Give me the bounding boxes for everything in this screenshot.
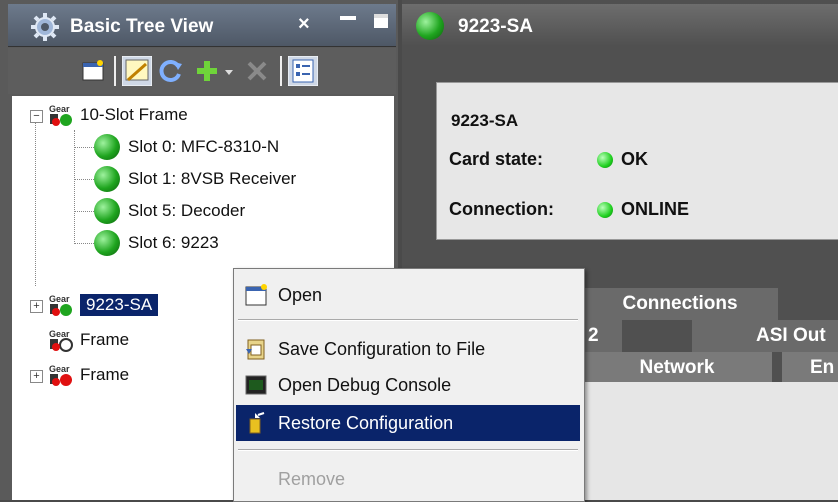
restore-icon xyxy=(249,412,265,434)
tree-connector xyxy=(35,116,36,286)
menu-item-open[interactable]: Open xyxy=(236,277,580,313)
menu-item-label: Open Debug Console xyxy=(278,374,452,395)
tab-label: En xyxy=(810,357,835,378)
properties-icon[interactable] xyxy=(288,56,318,86)
tab-connections[interactable]: Connections xyxy=(582,288,778,320)
tree-item-label: Frame xyxy=(80,365,130,384)
frame-device-icon: Gear xyxy=(49,104,72,126)
tree-item-label: 10-Slot Frame xyxy=(80,105,188,124)
status-ok-icon xyxy=(94,134,120,160)
menu-item-label: Remove xyxy=(278,468,346,489)
tree-connector xyxy=(74,147,94,148)
menu-item-open-debug-console[interactable]: Open Debug Console xyxy=(236,367,580,403)
device-panel-titlebar: 9223-SA xyxy=(402,4,838,46)
maximize-button[interactable] xyxy=(374,14,388,28)
menu-separator xyxy=(238,319,578,321)
menu-item-label: Restore Configuration xyxy=(278,412,454,433)
save-file-icon xyxy=(246,339,265,360)
tab-label: Network xyxy=(639,357,715,378)
status-ok-icon xyxy=(597,151,613,168)
tree-item-frame[interactable]: Gear Frame xyxy=(48,327,129,353)
toolbar-divider xyxy=(280,56,282,86)
tab-label: ASI Out xyxy=(756,325,826,346)
tree-item-label: Frame xyxy=(80,330,130,349)
card-state-value: OK xyxy=(597,149,648,170)
tab-asi-out[interactable]: ASI Out xyxy=(692,320,838,352)
context-menu: Open Save Configuration to File Open Deb… xyxy=(233,268,585,502)
tab-en[interactable]: En xyxy=(782,352,838,384)
svg-text:Gear: Gear xyxy=(49,329,70,339)
tree-connector xyxy=(74,211,94,212)
connection-value: ONLINE xyxy=(597,199,689,220)
device-panel-title: 9223-SA xyxy=(458,16,533,37)
close-panel-button[interactable]: × xyxy=(298,13,310,36)
tab-label: 2 xyxy=(588,325,599,346)
status-ok-icon xyxy=(94,230,120,256)
card-state-label: Card state: xyxy=(449,149,544,169)
device-status-box: 9223-SA Card state: OK Connection: ONLIN… xyxy=(436,82,838,240)
tree-item-label: Slot 5: Decoder xyxy=(128,201,246,220)
connection-text: ONLINE xyxy=(621,199,690,219)
tree-item-label: Slot 6: 9223 xyxy=(128,233,219,252)
connection-label: Connection: xyxy=(449,199,554,219)
tree-item-frame[interactable]: Gear 10-Slot Frame xyxy=(48,102,188,128)
tree-item-label: Slot 0: MFC-8310-N xyxy=(128,137,280,156)
new-icon[interactable] xyxy=(80,58,106,84)
status-ok-icon xyxy=(597,201,613,218)
tree-connector xyxy=(74,179,94,180)
card-state-text: OK xyxy=(621,149,648,169)
status-ok-icon xyxy=(94,166,120,192)
tree-item-slot[interactable]: Slot 5: Decoder xyxy=(94,198,245,224)
wizard-icon[interactable] xyxy=(122,56,152,86)
tree-item-frame[interactable]: Gear Frame xyxy=(48,362,129,388)
tree-item-slot[interactable]: Slot 1: 8VSB Receiver xyxy=(94,166,296,192)
open-icon xyxy=(245,284,267,306)
tab-label: Connections xyxy=(622,293,738,314)
refresh-icon[interactable] xyxy=(158,58,184,84)
left-panel-titlebar: Basic Tree View × xyxy=(8,4,396,47)
svg-text:Gear: Gear xyxy=(49,364,70,374)
svg-text:Gear: Gear xyxy=(49,104,70,114)
device-icon: Gear xyxy=(49,364,72,386)
add-icon[interactable] xyxy=(194,58,220,84)
tab-network[interactable]: Network xyxy=(582,352,772,384)
tree-item-9223-sa[interactable]: Gear 9223-SA xyxy=(48,292,159,318)
toolbar-divider xyxy=(114,56,116,86)
device-icon: Gear xyxy=(49,294,72,316)
device-name: 9223-SA xyxy=(451,111,519,130)
tree-item-label: Slot 1: 8VSB Receiver xyxy=(128,169,297,188)
console-icon xyxy=(245,375,267,395)
menu-item-label: Save Configuration to File xyxy=(278,338,486,359)
tree-item-slot[interactable]: Slot 0: MFC-8310-N xyxy=(94,134,279,160)
status-ok-icon xyxy=(94,198,120,224)
menu-item-restore-configuration[interactable]: Restore Configuration xyxy=(236,405,580,441)
menu-item-label: Open xyxy=(278,284,323,305)
tree-item-label: 9223-SA xyxy=(80,294,159,316)
svg-text:Gear: Gear xyxy=(49,294,70,304)
tree-toolbar xyxy=(8,48,396,94)
expand-toggle[interactable]: + xyxy=(30,300,43,313)
tree-connector xyxy=(74,243,94,244)
menu-separator xyxy=(238,449,578,451)
tree-item-slot[interactable]: Slot 6: 9223 xyxy=(94,230,219,256)
status-ok-icon xyxy=(416,12,444,40)
tab-2[interactable]: 2 xyxy=(582,320,622,352)
menu-item-remove[interactable]: Remove xyxy=(236,461,580,497)
gear-icon xyxy=(31,13,59,41)
delete-icon[interactable] xyxy=(244,58,270,84)
device-icon: Gear xyxy=(49,329,73,352)
left-panel-title: Basic Tree View xyxy=(70,16,214,37)
collapse-toggle[interactable]: − xyxy=(30,110,43,123)
minimize-button[interactable] xyxy=(340,16,356,20)
dropdown-icon[interactable] xyxy=(222,58,236,84)
menu-item-save-configuration[interactable]: Save Configuration to File xyxy=(236,331,580,367)
expand-toggle[interactable]: + xyxy=(30,370,43,383)
menu-icon-placeholder xyxy=(244,467,268,491)
